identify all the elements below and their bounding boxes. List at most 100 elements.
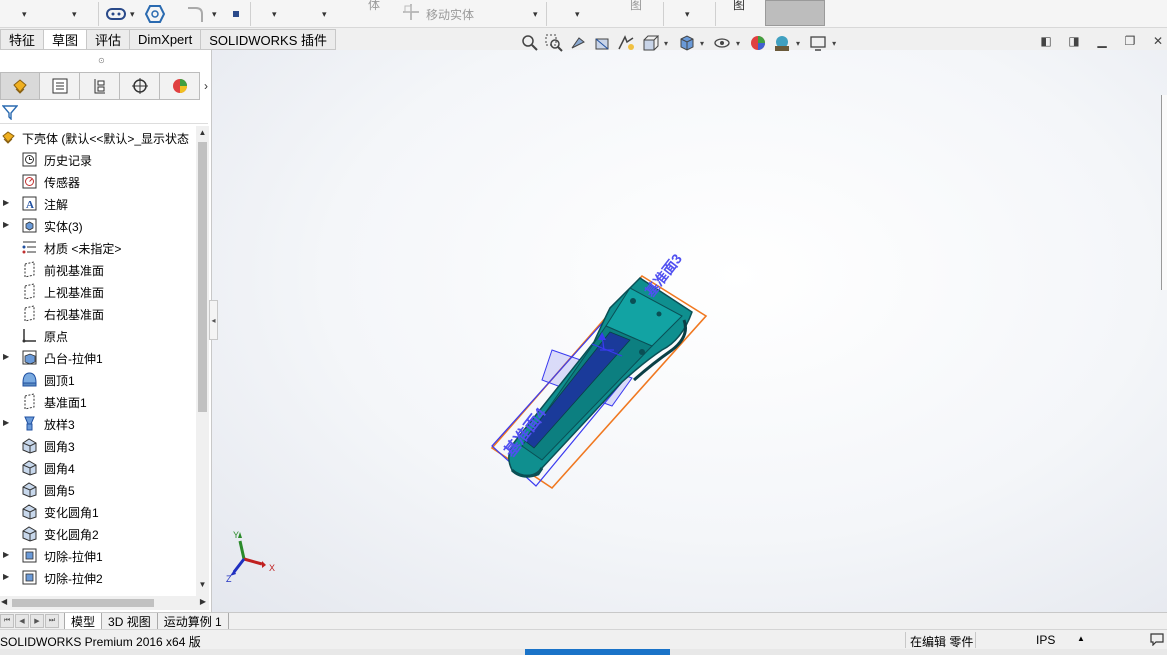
tree-filter[interactable] <box>0 100 208 124</box>
taskbar-active-app[interactable] <box>525 649 670 655</box>
zoom-to-area-icon[interactable] <box>544 33 564 53</box>
filter-icon[interactable] <box>2 104 18 120</box>
display-style-icon[interactable] <box>676 33 696 53</box>
tab-features[interactable]: 特征 <box>0 29 45 50</box>
restore-icon[interactable]: ❐ <box>1121 34 1139 48</box>
tree-vertical-scrollbar[interactable]: ▲ ▼ <box>196 126 209 596</box>
tree-item[interactable]: ▶ 凸台-拉伸1 <box>0 346 196 368</box>
message-icon[interactable] <box>1150 632 1164 649</box>
expand-arrow-icon[interactable]: ▶ <box>3 352 9 361</box>
toolbar-dropdown-6[interactable]: ▾ <box>685 4 690 24</box>
tree-item[interactable]: 前视基准面 <box>0 258 196 280</box>
apply-scene-icon[interactable] <box>772 33 792 53</box>
scroll-down-icon[interactable]: ▼ <box>196 580 209 592</box>
edit-appearance-icon[interactable] <box>748 33 768 53</box>
display-style-dropdown[interactable]: ▾ <box>700 39 704 48</box>
view-orientation-dropdown[interactable]: ▾ <box>664 39 668 48</box>
unit-system-button[interactable]: IPS <box>1036 633 1055 647</box>
toolbar-dropdown-2[interactable]: ▾ <box>72 4 77 24</box>
apply-scene-dropdown[interactable]: ▾ <box>796 39 800 48</box>
view-settings-dropdown[interactable]: ▾ <box>832 39 836 48</box>
scroll-right-icon[interactable]: ▶ <box>200 597 206 606</box>
tree-item[interactable]: 传感器 <box>0 170 196 192</box>
tab-evaluate[interactable]: 评估 <box>87 29 131 50</box>
hide-show-items-icon[interactable] <box>712 33 732 53</box>
first-tab-icon[interactable]: ⏮ <box>0 614 14 628</box>
toolbar-dropdown-3[interactable]: ▾ <box>272 4 277 24</box>
horizontal-scroll-thumb[interactable] <box>12 599 154 607</box>
graphics-area[interactable]: 基准面4 基准面3 Y X Z <box>212 50 1167 612</box>
tree-item[interactable]: 历史记录 <box>0 148 196 170</box>
tree-item[interactable]: 圆角3 <box>0 434 196 456</box>
fillet-sketch-icon[interactable] <box>186 4 206 24</box>
move-body-dropdown[interactable]: ▾ <box>533 4 538 24</box>
panel-collapse-handle[interactable]: ◂ <box>209 300 218 340</box>
scroll-thumb[interactable] <box>198 142 207 412</box>
dimxpert-manager-tab[interactable] <box>120 72 160 100</box>
tab-solidworks-addins[interactable]: SOLIDWORKS 插件 <box>201 29 336 50</box>
tab-model[interactable]: 模型 <box>64 613 103 629</box>
view-settings-icon[interactable] <box>808 33 828 53</box>
tree-item[interactable]: 变化圆角1 <box>0 500 196 522</box>
last-tab-icon[interactable]: ⏭ <box>45 614 59 628</box>
tree-item[interactable]: 右视基准面 <box>0 302 196 324</box>
link-dropdown[interactable]: ▾ <box>130 4 135 24</box>
tree-item[interactable]: ▶ 切除-拉伸2 <box>0 566 196 588</box>
tile-left-icon[interactable]: ◧ <box>1037 34 1055 48</box>
tab-motion-study[interactable]: 运动算例 1 <box>157 613 229 629</box>
hide-show-dropdown[interactable]: ▾ <box>736 39 740 48</box>
tree-item[interactable]: ▶ 切除-拉伸1 <box>0 544 196 566</box>
expand-arrow-icon[interactable]: ▶ <box>3 550 9 559</box>
display-manager-tab[interactable] <box>160 72 200 100</box>
feature-manager-tab[interactable] <box>0 72 40 100</box>
previous-view-icon[interactable] <box>568 33 588 53</box>
section-view-icon[interactable] <box>592 33 612 53</box>
tree-item[interactable]: 变化圆角2 <box>0 522 196 544</box>
view-orientation-icon[interactable] <box>640 33 660 53</box>
more-tabs-icon[interactable]: › <box>200 72 212 100</box>
expand-arrow-icon[interactable]: ▶ <box>3 418 9 427</box>
property-manager-tab[interactable] <box>40 72 80 100</box>
panel-grip-icon[interactable]: ⊙ <box>98 56 105 65</box>
minimize-icon[interactable]: ▁ <box>1093 34 1111 48</box>
toolbar-dropdown-5[interactable]: ▾ <box>575 4 580 24</box>
tree-item[interactable]: ▶ 放样3 <box>0 412 196 434</box>
expand-arrow-icon[interactable]: ▶ <box>3 198 9 207</box>
link-icon[interactable] <box>106 4 126 24</box>
toolbar-active-button[interactable] <box>765 0 825 26</box>
tree-horizontal-scrollbar[interactable]: ◀ ▶ <box>0 596 209 610</box>
expand-arrow-icon[interactable]: ▶ <box>3 572 9 581</box>
toolbar-dropdown-1[interactable]: ▾ <box>22 4 27 24</box>
scroll-left-icon[interactable]: ◀ <box>1 597 7 606</box>
zoom-to-fit-icon[interactable] <box>520 33 540 53</box>
next-tab-icon[interactable]: ▶ <box>30 614 44 628</box>
tree-item[interactable]: 上视基准面 <box>0 280 196 302</box>
scroll-up-icon[interactable]: ▲ <box>196 128 209 140</box>
tree-item[interactable]: ▶ A 注解 <box>0 192 196 214</box>
close-icon[interactable]: ✕ <box>1149 34 1167 48</box>
fillet-sketch-dropdown[interactable]: ▾ <box>212 4 217 24</box>
tree-item[interactable]: 圆角4 <box>0 456 196 478</box>
tree-item[interactable]: 基准面1 <box>0 390 196 412</box>
dynamic-annotation-icon[interactable] <box>616 33 636 53</box>
configuration-manager-tab[interactable] <box>80 72 120 100</box>
tab-sketch[interactable]: 草图 <box>44 29 88 50</box>
tab-dimxpert[interactable]: DimXpert <box>130 29 202 50</box>
model-viewport[interactable]: 基准面4 基准面3 Y X Z <box>212 50 1167 612</box>
tree-item[interactable]: 材质 <未指定> <box>0 236 196 258</box>
move-body-button[interactable]: 移动实体 <box>426 4 474 24</box>
tree-root-part[interactable]: 下壳体 (默认<<默认>_显示状态 <box>0 126 196 148</box>
tree-item[interactable]: ▶ 实体(3) <box>0 214 196 236</box>
toolbar-dropdown-4[interactable]: ▾ <box>322 4 327 24</box>
tree-item[interactable]: 原点 <box>0 324 196 346</box>
tree-item[interactable]: 圆顶1 <box>0 368 196 390</box>
tab-3d-view[interactable]: 3D 视图 <box>102 613 158 629</box>
previous-tab-icon[interactable]: ◀ <box>15 614 29 628</box>
move-body-icon[interactable] <box>402 2 420 22</box>
point-icon[interactable] <box>231 4 241 24</box>
unit-system-chevron-up-icon[interactable]: ▲ <box>1077 634 1085 643</box>
part-body[interactable] <box>508 277 693 478</box>
hexagon-icon[interactable] <box>145 4 165 24</box>
tile-right-icon[interactable]: ◨ <box>1065 34 1083 48</box>
expand-arrow-icon[interactable]: ▶ <box>3 220 9 229</box>
